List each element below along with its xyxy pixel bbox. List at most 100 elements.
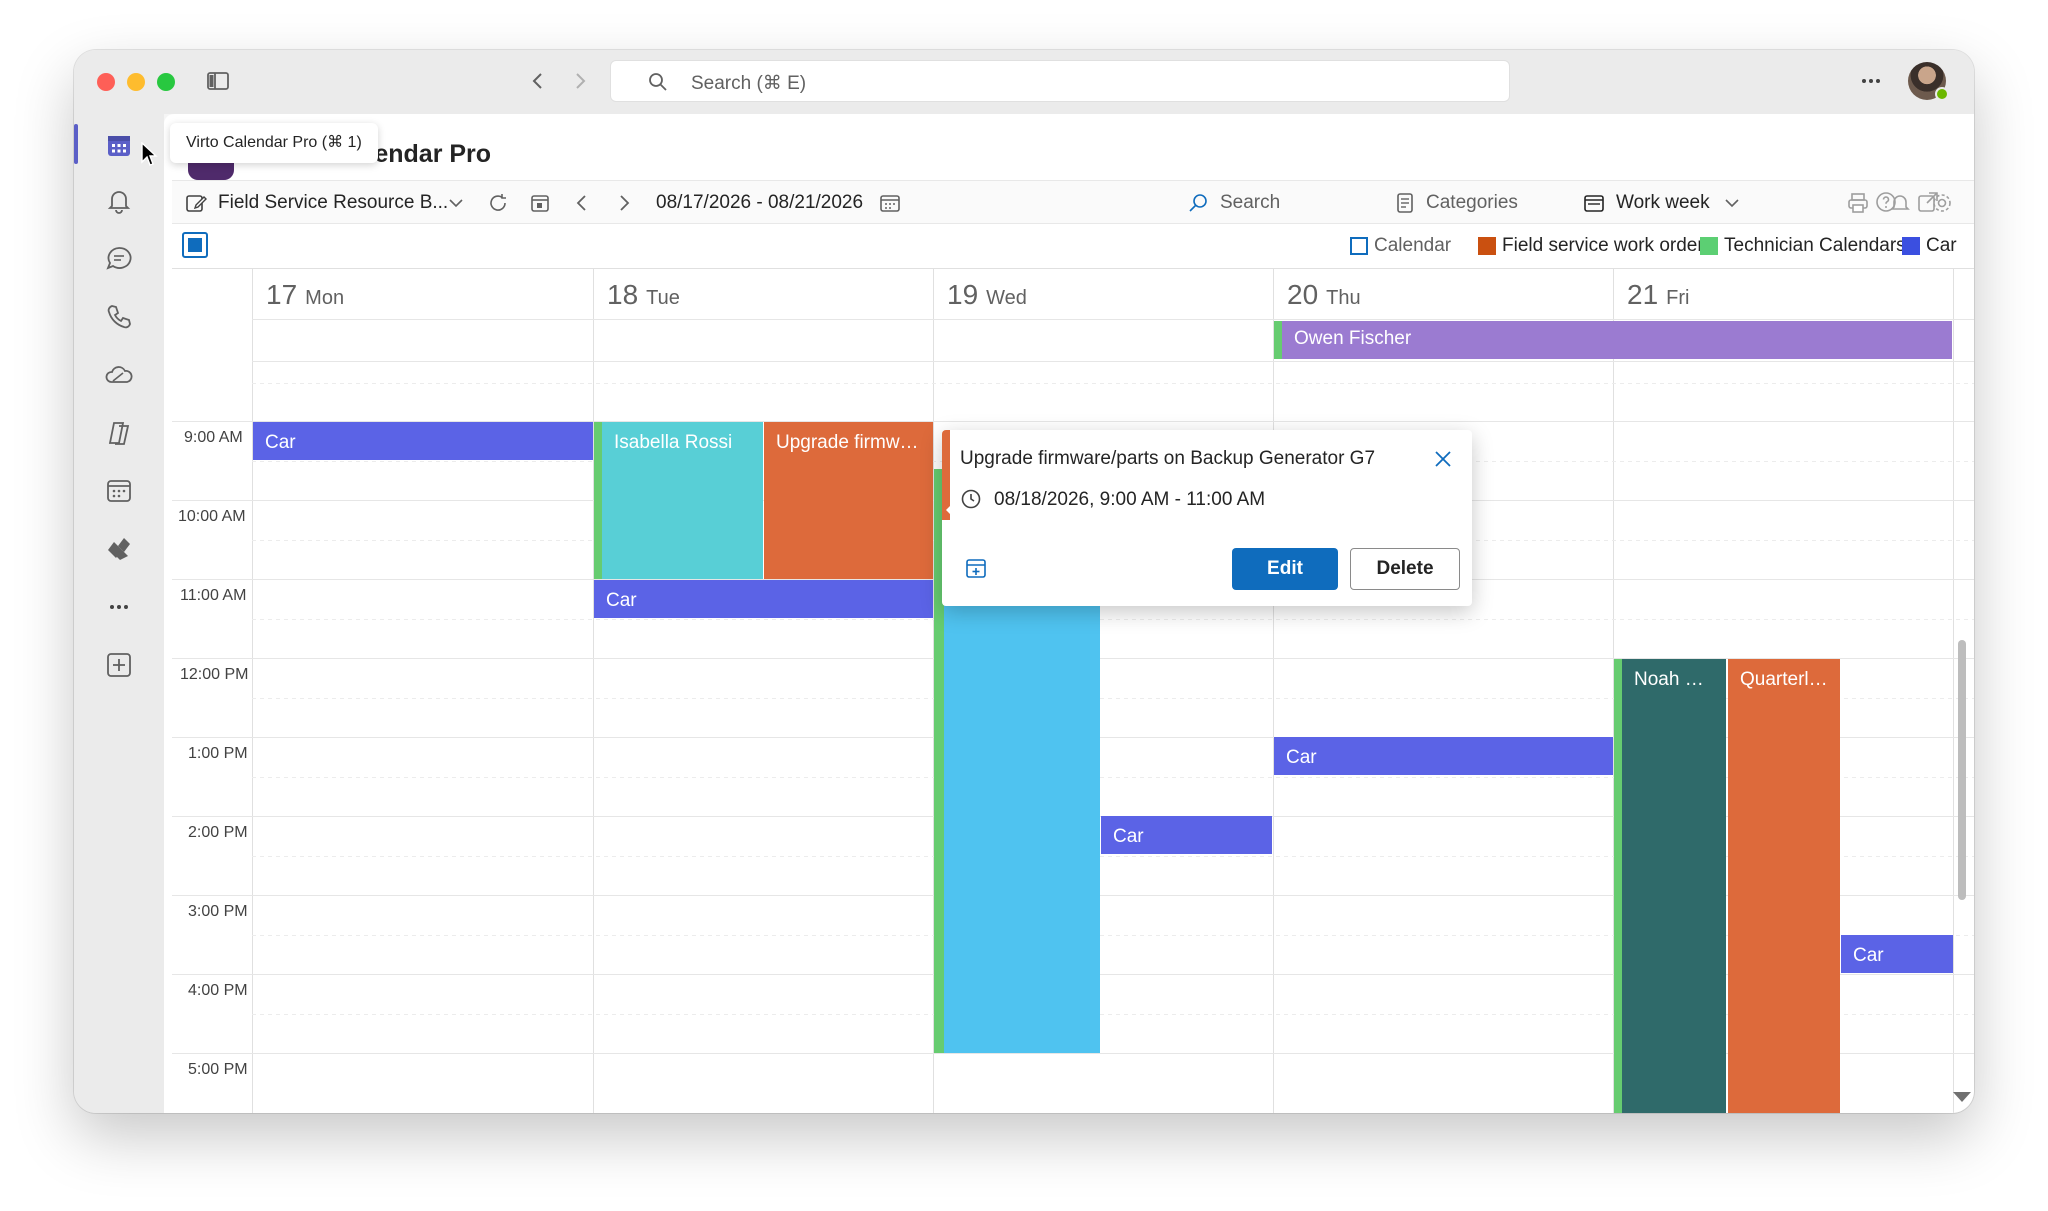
global-search-input[interactable]: Search (⌘ E)	[610, 60, 1510, 102]
legend-label: Field service work orders	[1502, 235, 1714, 256]
day-header-mon[interactable]: 17 Mon	[266, 279, 344, 315]
more-options-icon[interactable]	[1856, 68, 1886, 94]
date-range[interactable]: 08/17/2026 - 08/21/2026	[656, 181, 863, 225]
work-week-view-icon[interactable]	[1582, 191, 1606, 215]
day-header-thu[interactable]: 20 Thu	[1287, 279, 1361, 315]
event-label: Noah Patel	[1634, 669, 1714, 690]
event-label: Car	[1286, 747, 1317, 768]
event-car-mon[interactable]: Car	[253, 422, 593, 460]
event-label: Car	[606, 590, 637, 611]
search-icon	[649, 73, 667, 91]
back-arrow-icon[interactable]	[526, 68, 550, 94]
view-selector[interactable]: Work week	[1616, 181, 1710, 225]
time-label: 3:00 PM	[188, 903, 248, 920]
close-window-button[interactable]	[97, 73, 115, 91]
grid-line	[252, 619, 1974, 620]
chat-icon[interactable]	[104, 244, 134, 274]
legend-field-service[interactable]: Field service work orders	[1478, 234, 1713, 258]
minimize-window-button[interactable]	[127, 73, 145, 91]
calendar-toolbar: Field Service Resource B... 08/17/2026 -…	[172, 180, 1974, 224]
categories-label[interactable]: Categories	[1426, 181, 1518, 225]
view-chevron-down-icon[interactable]	[1720, 191, 1744, 215]
calendar-icon[interactable]	[104, 130, 134, 160]
event-label: Upgrade firmwa...	[776, 432, 921, 453]
edit-button[interactable]: Edit	[1232, 548, 1338, 590]
virto-icon[interactable]	[104, 534, 134, 564]
event-details-popup: Upgrade firmware/parts on Backup Generat…	[942, 430, 1472, 606]
copilot-icon[interactable]	[104, 418, 134, 448]
event-noah-patel[interactable]: Noah Patel	[1622, 659, 1726, 1113]
day-header-fri[interactable]: 21 Fri	[1627, 279, 1689, 315]
add-app-icon[interactable]	[104, 650, 134, 680]
more-icon[interactable]	[104, 592, 134, 622]
bell-icon[interactable]	[104, 186, 134, 216]
today-icon[interactable]	[528, 191, 552, 215]
grid-line	[593, 269, 594, 1113]
time-label: 10:00 AM	[178, 508, 246, 525]
onedrive-icon[interactable]	[104, 360, 134, 390]
sidebar-toggle-icon[interactable]	[206, 70, 230, 92]
event-isabella-rossi[interactable]: Isabella Rossi	[602, 422, 763, 579]
technician-strip	[1614, 659, 1622, 1113]
event-label: Car	[1853, 945, 1884, 966]
refresh-icon[interactable]	[486, 191, 510, 215]
legend-technician[interactable]: Technician Calendars	[1700, 234, 1906, 258]
day-number: 17	[266, 279, 298, 310]
time-label: 5:00 PM	[188, 1061, 248, 1078]
vertical-scrollbar-thumb[interactable]	[1958, 640, 1966, 900]
day-number: 18	[607, 279, 639, 310]
date-picker-icon[interactable]	[878, 191, 902, 215]
calendar-grid-icon[interactable]	[104, 476, 134, 506]
search-label[interactable]: Search	[1220, 181, 1280, 225]
time-label: 11:00 AM	[180, 587, 247, 604]
event-car-wed[interactable]: Car	[1101, 816, 1272, 854]
scroll-down-arrow-icon[interactable]	[1953, 1092, 1971, 1102]
next-week-icon[interactable]	[612, 191, 636, 215]
print-icon[interactable]	[1846, 191, 1870, 215]
search-icon[interactable]	[1186, 191, 1210, 215]
event-upgrade-firmware[interactable]: Upgrade firmwa...	[764, 422, 933, 579]
time-label: 2:00 PM	[188, 824, 248, 841]
event-car-thu[interactable]: Car	[1274, 737, 1613, 775]
event-owen-fischer[interactable]: Owen Fischer	[1274, 321, 1952, 359]
help-icon[interactable]	[1874, 190, 1898, 214]
phone-icon[interactable]	[104, 302, 134, 332]
day-header-tue[interactable]: 18 Tue	[607, 279, 680, 315]
popup-title: Upgrade firmware/parts on Backup Generat…	[960, 448, 1376, 469]
time-label: 1:00 PM	[188, 745, 248, 762]
grid-line	[252, 319, 1974, 320]
close-icon[interactable]	[1432, 448, 1454, 470]
calendar-selector[interactable]: Field Service Resource B...	[218, 181, 448, 225]
event-car-fri[interactable]: Car	[1841, 935, 1953, 973]
app-window: Search (⌘ E) Virto Calendar Pro (⌘ 1) Vi…	[74, 50, 1974, 1113]
delete-button[interactable]: Delete	[1350, 548, 1460, 590]
clock-icon	[961, 489, 981, 509]
legend-calendar[interactable]: Calendar	[1350, 234, 1451, 258]
time-label: 4:00 PM	[188, 982, 248, 999]
mouse-cursor-icon	[141, 142, 158, 166]
previous-week-icon[interactable]	[570, 191, 594, 215]
legend-car[interactable]: Car	[1902, 234, 1957, 258]
forward-arrow-icon[interactable]	[568, 68, 592, 94]
chevron-down-icon[interactable]	[444, 191, 468, 215]
day-name: Thu	[1326, 287, 1361, 309]
categories-icon[interactable]	[1394, 191, 1418, 215]
event-car-tue[interactable]: Car	[594, 580, 933, 618]
time-label: 12:00 PM	[180, 666, 249, 683]
pop-out-icon[interactable]	[1916, 190, 1940, 214]
day-name: Fri	[1666, 287, 1690, 309]
grid-line	[252, 269, 253, 1113]
event-label: Car	[265, 432, 296, 453]
day-header-wed[interactable]: 19 Wed	[947, 279, 1027, 315]
add-to-calendar-icon[interactable]	[964, 556, 988, 580]
grid-line	[252, 361, 1974, 362]
legend-label: Car	[1926, 235, 1957, 256]
maximize-window-button[interactable]	[157, 73, 175, 91]
edit-calendar-icon[interactable]	[184, 191, 208, 215]
popup-pointer	[946, 498, 958, 522]
event-label: Car	[1113, 826, 1144, 847]
select-all-checkbox[interactable]	[182, 232, 208, 258]
event-quarterly[interactable]: Quarterly...	[1728, 659, 1840, 1113]
grid-line	[1273, 269, 1274, 1113]
title-bar: Search (⌘ E)	[74, 50, 1974, 114]
